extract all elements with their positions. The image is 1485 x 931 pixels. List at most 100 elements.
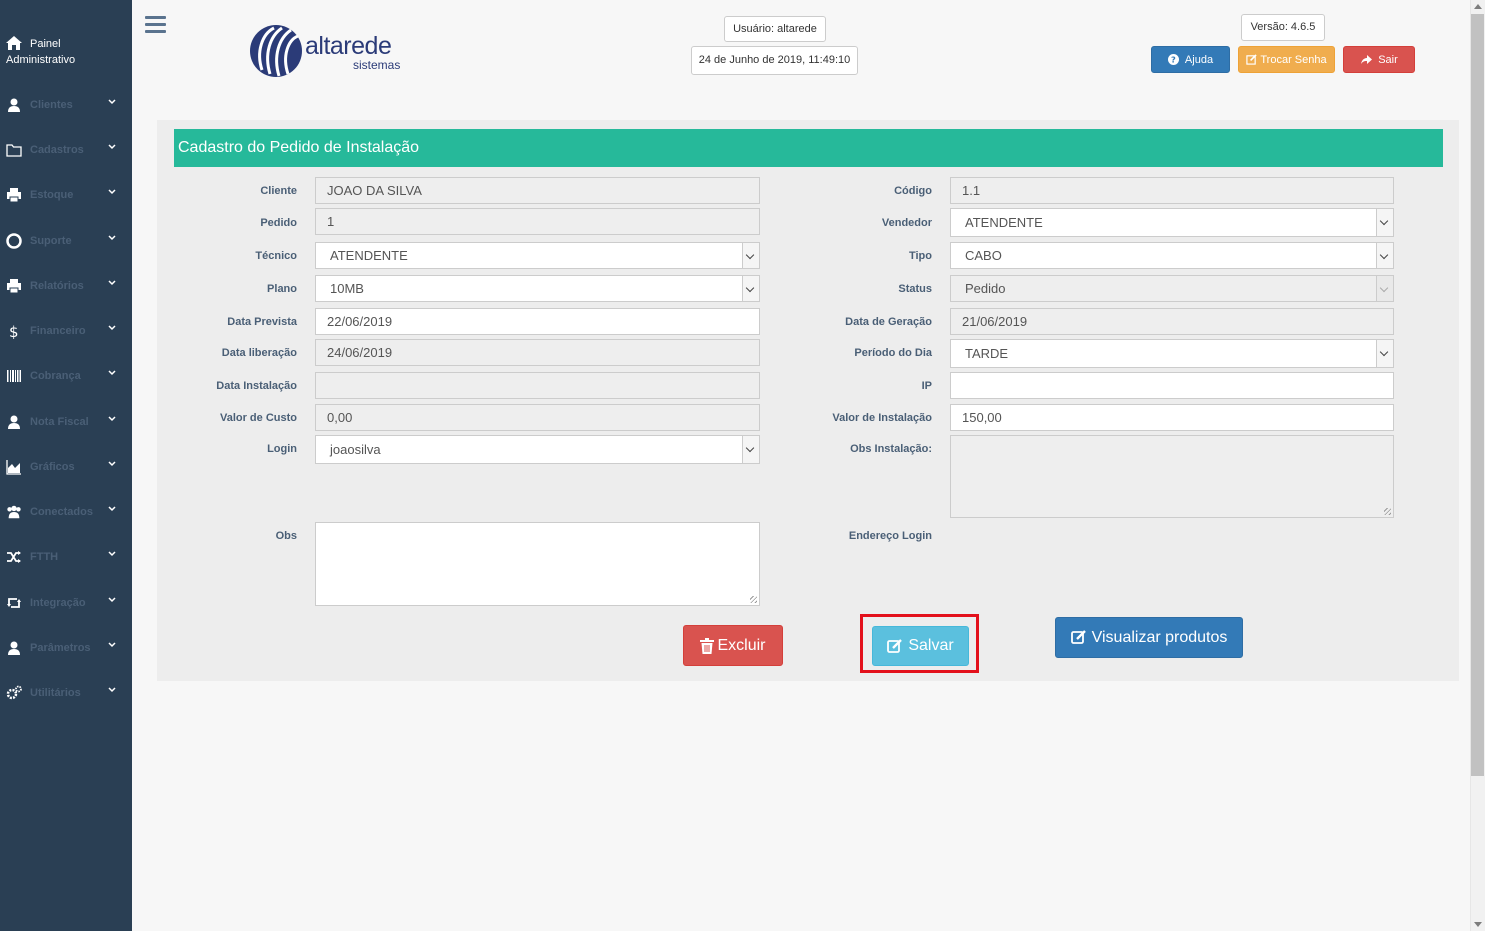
label-obs-instalacao: Obs Instalação:	[850, 443, 932, 455]
logout-button[interactable]: Sair	[1343, 46, 1415, 73]
sidebar-item-integracao[interactable]: Integração	[0, 588, 132, 618]
chevron-down-icon[interactable]	[1376, 243, 1393, 268]
sidebar-item-label: Financeiro	[30, 325, 86, 337]
scrollbar[interactable]	[1470, 0, 1485, 931]
chevron-down-icon[interactable]	[1376, 209, 1393, 236]
scroll-down-icon[interactable]	[1474, 922, 1482, 927]
svg-text:$: $	[9, 323, 19, 339]
valor-custo-field[interactable]: 0,00	[315, 404, 760, 431]
sidebar-brand[interactable]: Painel Administrativo	[6, 36, 126, 68]
pedido-field[interactable]: 1	[315, 208, 760, 235]
chevron-down-icon	[1376, 276, 1393, 301]
resize-grip-icon[interactable]	[750, 596, 757, 603]
cogs-icon	[6, 685, 22, 700]
help-button[interactable]: ? Ajuda	[1151, 46, 1230, 73]
sidebar-item-graficos[interactable]: Gráficos	[0, 452, 132, 482]
label-pedido: Pedido	[260, 217, 297, 229]
sidebar: Painel Administrativo Clientes Cadastros…	[0, 0, 132, 931]
retweet-icon	[7, 598, 21, 608]
chevron-down-icon[interactable]	[742, 436, 759, 463]
page-title: Cadastro do Pedido de Instalação	[174, 129, 1443, 167]
sidebar-item-parametros[interactable]: Parâmetros	[0, 633, 132, 663]
label-tipo: Tipo	[908, 250, 932, 262]
tipo-value: CABO	[965, 248, 1002, 263]
view-products-label: Visualizar produtos	[1091, 628, 1228, 646]
view-products-button[interactable]: Visualizar produtos	[1055, 617, 1243, 658]
user-icon	[8, 98, 20, 112]
svg-text:?: ?	[1171, 55, 1176, 65]
menu-toggle-icon[interactable]	[145, 16, 166, 33]
sidebar-item-cadastros[interactable]: Cadastros	[0, 135, 132, 165]
version-display: Versão: 4.6.5	[1241, 14, 1325, 41]
chevron-down-icon	[108, 687, 116, 693]
brand-line1: Painel	[30, 38, 61, 50]
tecnico-select[interactable]: ATENDENTE	[315, 242, 760, 269]
data-geracao-field[interactable]: 21/06/2019	[950, 308, 1394, 335]
status-select[interactable]: Pedido	[950, 275, 1394, 302]
valor-instalacao-field[interactable]: 150,00	[950, 404, 1394, 431]
obs-textarea[interactable]	[315, 522, 760, 606]
periodo-dia-value: TARDE	[965, 346, 1009, 361]
cliente-field[interactable]: JOAO DA SILVA	[315, 177, 760, 204]
user-icon	[8, 415, 20, 429]
printer-icon	[7, 188, 21, 203]
data-liberacao-field[interactable]: 24/06/2019	[315, 339, 760, 366]
data-instalacao-field[interactable]	[315, 372, 760, 399]
sidebar-item-suporte[interactable]: Suporte	[0, 226, 132, 256]
dollar-icon: $	[9, 323, 19, 339]
scroll-up-icon[interactable]	[1474, 4, 1482, 9]
help-label: Ajuda	[1184, 53, 1214, 66]
periodo-dia-select[interactable]: TARDE	[950, 339, 1394, 368]
sidebar-item-clientes[interactable]: Clientes	[0, 90, 132, 120]
codigo-field[interactable]: 1.1	[950, 177, 1394, 204]
label-codigo: Código	[894, 185, 932, 197]
brand-line2: Administrativo	[6, 54, 76, 66]
login-value: joaosilva	[330, 442, 381, 457]
logo-subtext: sistemas	[353, 58, 401, 72]
change-password-button[interactable]: Trocar Senha	[1238, 46, 1335, 73]
tipo-select[interactable]: CABO	[950, 242, 1394, 269]
label-data-geracao: Data de Geração	[845, 316, 932, 328]
sidebar-item-ftth[interactable]: FTTH	[0, 542, 132, 572]
sidebar-item-label: Conectados	[30, 506, 93, 518]
chevron-down-icon[interactable]	[1376, 340, 1393, 367]
sidebar-item-nota-fiscal[interactable]: Nota Fiscal	[0, 407, 132, 437]
sidebar-item-label: Integração	[30, 597, 86, 609]
chevron-down-icon	[108, 235, 116, 241]
chevron-down-icon[interactable]	[742, 243, 759, 268]
label-endereco-login: Endereço Login	[848, 530, 932, 542]
login-select[interactable]: joaosilva	[315, 435, 760, 464]
label-periodo-dia: Período do Dia	[854, 347, 932, 359]
sidebar-item-label: Estoque	[30, 189, 74, 201]
data-prevista-field[interactable]: 22/06/2019	[315, 308, 760, 335]
sidebar-item-conectados[interactable]: Conectados	[0, 497, 132, 527]
sidebar-item-cobranca[interactable]: Cobrança	[0, 361, 132, 391]
sidebar-item-utilitarios[interactable]: Utilitários	[0, 678, 132, 708]
scrollbar-thumb[interactable]	[1471, 14, 1484, 776]
vendedor-select[interactable]: ATENDENTE	[950, 208, 1394, 237]
resize-grip-icon[interactable]	[1384, 508, 1391, 515]
chevron-down-icon[interactable]	[742, 276, 759, 301]
label-obs: Obs	[275, 530, 297, 542]
plano-select[interactable]: 10MB	[315, 275, 760, 302]
question-circle-icon: ?	[1167, 54, 1179, 65]
sidebar-item-financeiro[interactable]: $ Financeiro	[0, 316, 132, 346]
chevron-down-icon	[108, 325, 116, 331]
ip-field[interactable]	[950, 372, 1394, 399]
sidebar-item-estoque[interactable]: Estoque	[0, 180, 132, 210]
chevron-down-icon	[108, 461, 116, 467]
label-login: Login	[267, 443, 297, 455]
delete-button[interactable]: Excluir	[683, 625, 783, 666]
logo-mark-icon	[250, 25, 302, 77]
obs-instalacao-textarea[interactable]	[950, 435, 1394, 518]
tecnico-value: ATENDENTE	[330, 248, 408, 263]
vendedor-value: ATENDENTE	[965, 215, 1043, 230]
barcode-icon	[7, 370, 21, 382]
share-arrow-icon	[1361, 55, 1373, 64]
home-icon	[6, 36, 22, 50]
sidebar-item-relatorios[interactable]: Relatórios	[0, 271, 132, 301]
lifebuoy-icon	[6, 233, 22, 249]
logo-text: altarede	[305, 32, 392, 60]
sidebar-item-label: Parâmetros	[30, 642, 91, 654]
label-tecnico: Técnico	[255, 250, 297, 262]
